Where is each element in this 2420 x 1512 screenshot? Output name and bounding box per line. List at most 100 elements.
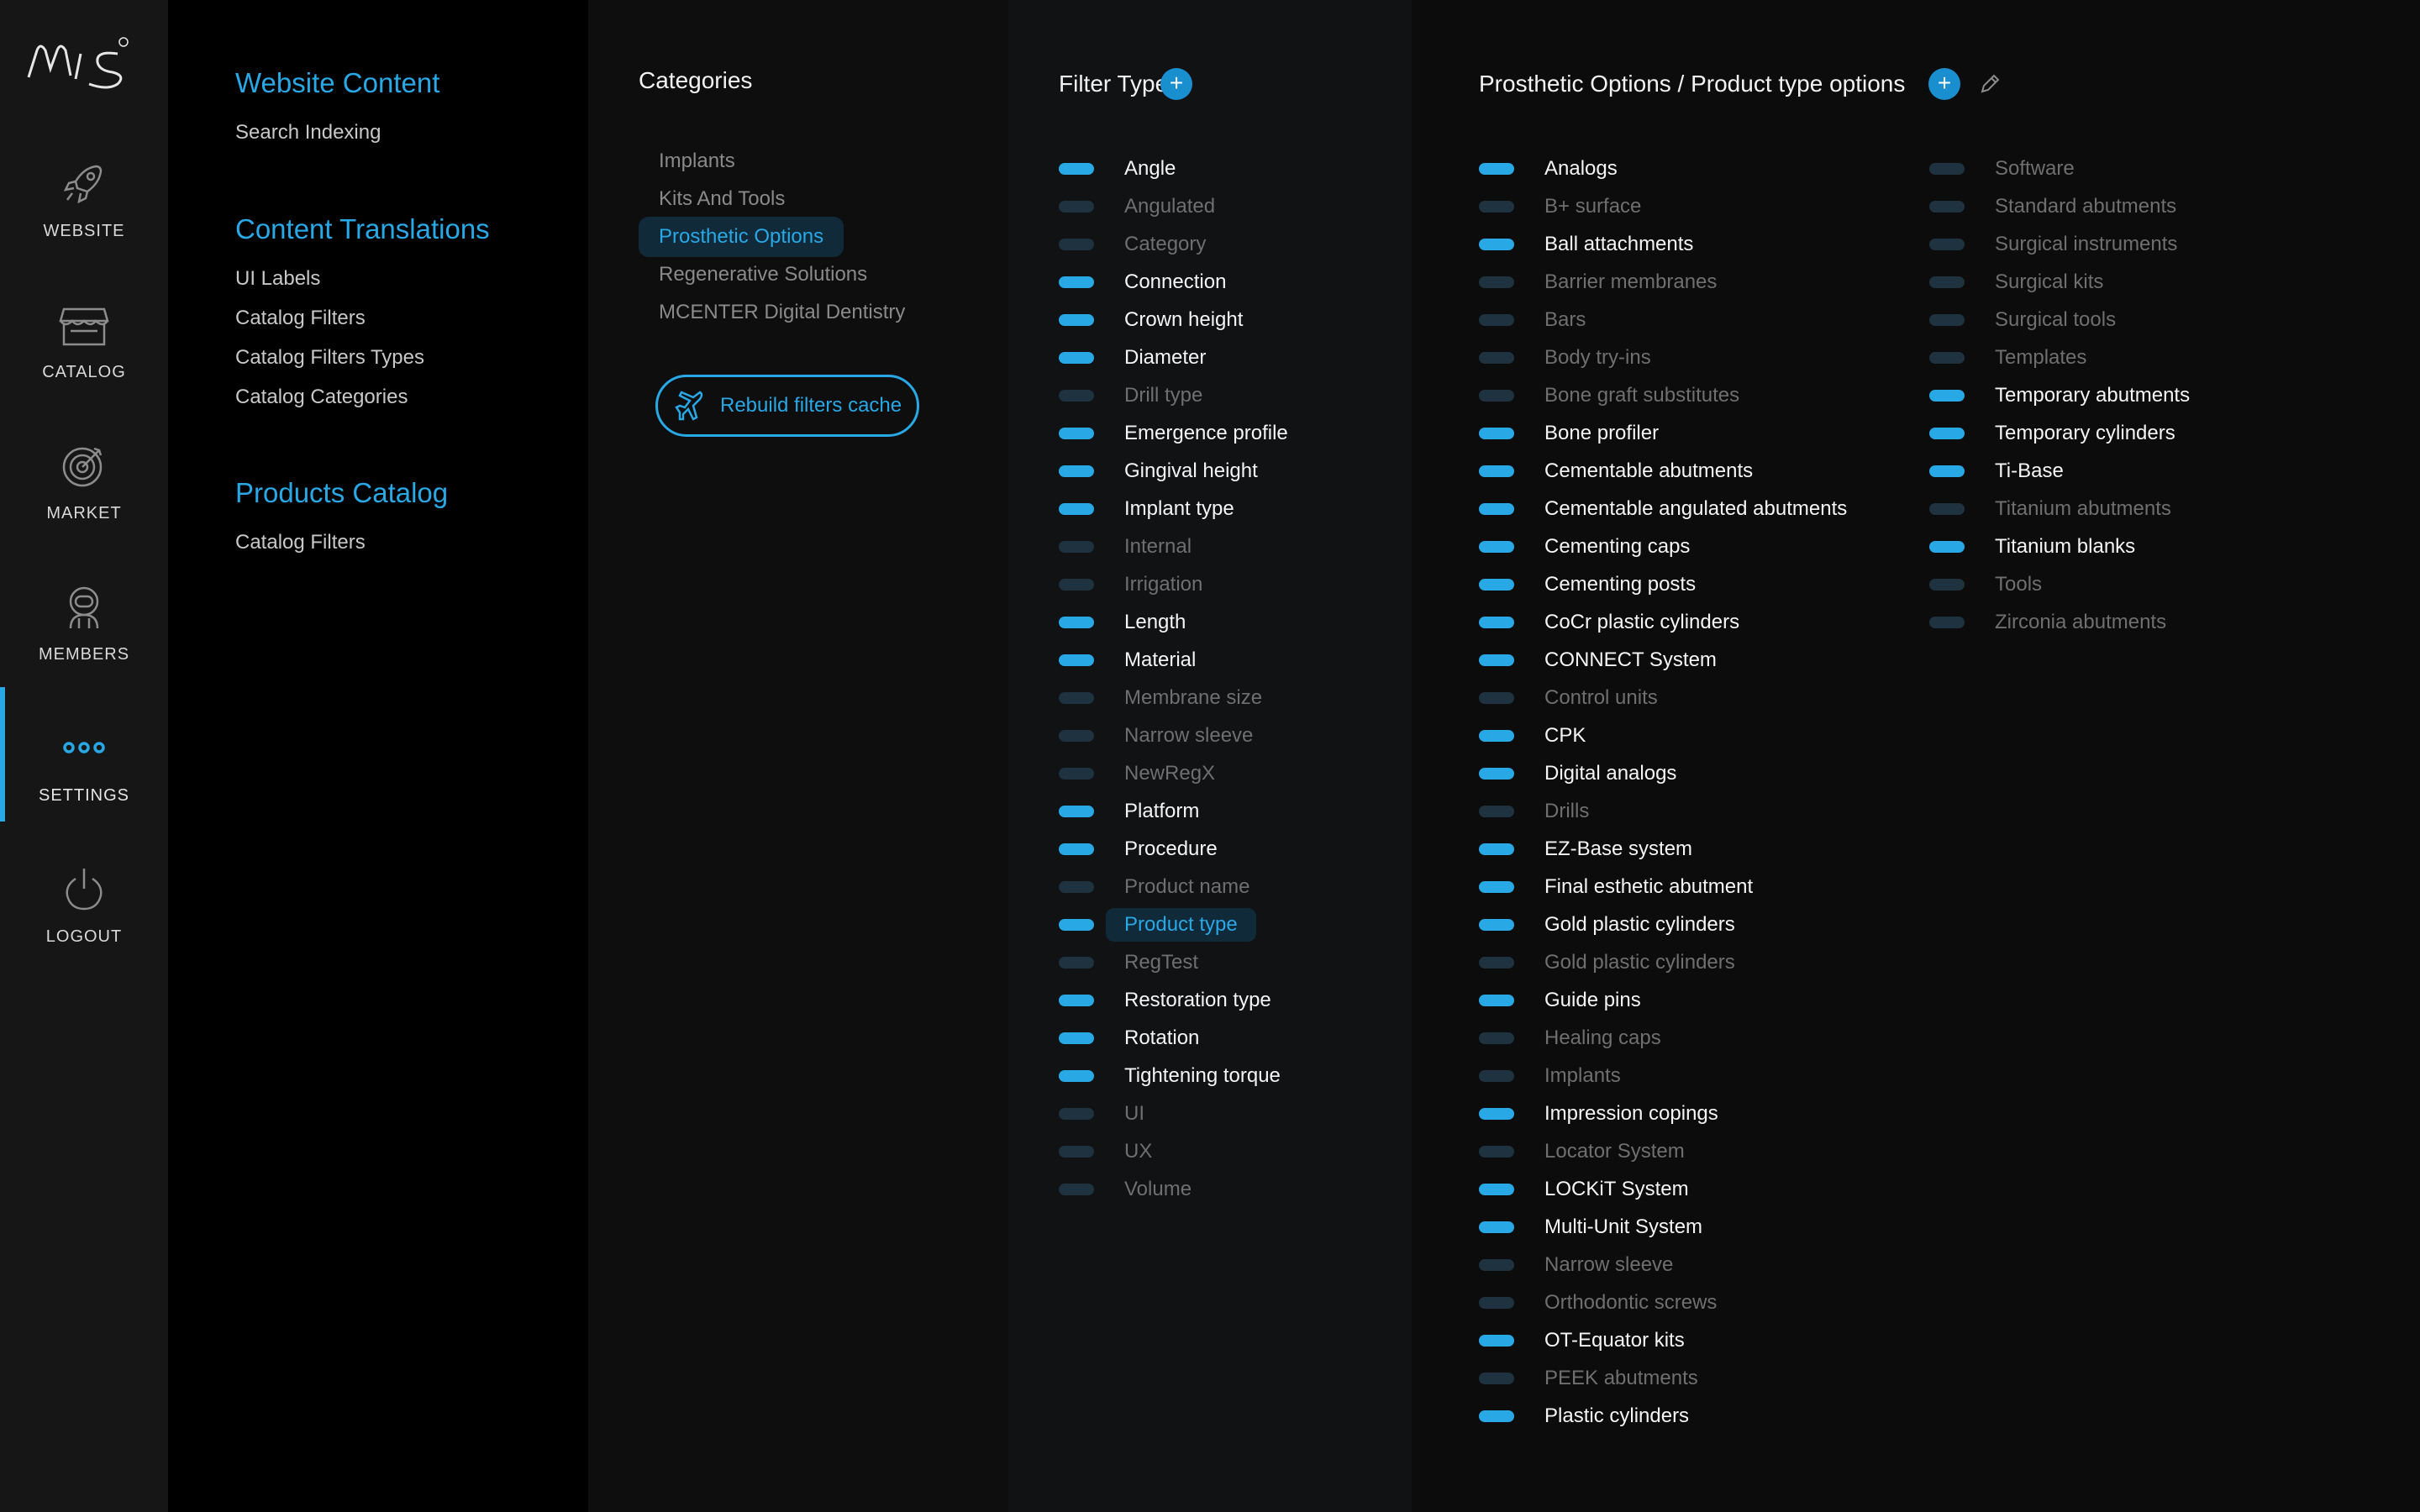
filter-type-row[interactable]: Crown height — [1059, 303, 1243, 337]
filter-type-row[interactable]: Irrigation — [1059, 568, 1202, 601]
toggle-switch[interactable] — [1479, 995, 1514, 1006]
option-row[interactable]: Surgical instruments — [1929, 228, 2177, 261]
filter-type-row[interactable]: Angle — [1059, 152, 1176, 186]
toggle-switch[interactable] — [1479, 617, 1514, 628]
option-row[interactable]: Bars — [1479, 303, 1586, 337]
category-item-selected[interactable]: Prosthetic Options — [639, 217, 844, 257]
toggle-switch[interactable] — [1059, 541, 1094, 553]
toggle-switch[interactable] — [1929, 617, 1965, 628]
toggle-switch[interactable] — [1059, 276, 1094, 288]
add-option-button[interactable]: + — [1928, 68, 1960, 100]
category-item[interactable]: Regenerative Solutions — [639, 255, 887, 295]
option-row[interactable]: Surgical kits — [1929, 265, 2103, 299]
filter-type-row[interactable]: Material — [1059, 643, 1196, 677]
toggle-switch[interactable] — [1479, 957, 1514, 969]
option-row[interactable]: Impression copings — [1479, 1097, 1718, 1131]
toggle-switch[interactable] — [1059, 806, 1094, 817]
filter-type-row[interactable]: Internal — [1059, 530, 1192, 564]
toggle-switch[interactable] — [1059, 579, 1094, 591]
toggle-switch[interactable] — [1479, 163, 1514, 175]
option-row[interactable]: Titanium blanks — [1929, 530, 2135, 564]
toggle-switch[interactable] — [1479, 1221, 1514, 1233]
toggle-switch[interactable] — [1479, 843, 1514, 855]
toggle-switch[interactable] — [1479, 465, 1514, 477]
nav-members[interactable]: MEMBERS — [0, 558, 168, 692]
link-catalog-filters-types[interactable]: Catalog Filters Types — [235, 346, 424, 370]
toggle-switch[interactable] — [1929, 314, 1965, 326]
toggle-switch[interactable] — [1059, 957, 1094, 969]
option-row[interactable]: Zirconia abutments — [1929, 606, 2166, 639]
toggle-switch[interactable] — [1059, 730, 1094, 742]
option-row[interactable]: Ti-Base — [1929, 454, 2064, 488]
add-filter-type-button[interactable]: + — [1160, 68, 1192, 100]
filter-type-row[interactable]: UX — [1059, 1135, 1152, 1168]
option-row[interactable]: Body try-ins — [1479, 341, 1651, 375]
option-row[interactable]: Barrier membranes — [1479, 265, 1717, 299]
toggle-switch[interactable] — [1479, 806, 1514, 817]
option-row[interactable]: Cementable angulated abutments — [1479, 492, 1847, 526]
toggle-switch[interactable] — [1929, 201, 1965, 213]
toggle-switch[interactable] — [1479, 390, 1514, 402]
filter-type-row[interactable]: Gingival height — [1059, 454, 1258, 488]
toggle-switch[interactable] — [1479, 1108, 1514, 1120]
toggle-switch[interactable] — [1929, 465, 1965, 477]
toggle-switch[interactable] — [1059, 843, 1094, 855]
section-content-translations[interactable]: Content Translations — [235, 213, 490, 245]
nav-logout[interactable]: LOGOUT — [0, 840, 168, 974]
option-row[interactable]: Final esthetic abutment — [1479, 870, 1753, 904]
toggle-switch[interactable] — [1479, 201, 1514, 213]
toggle-switch[interactable] — [1059, 390, 1094, 402]
link-catalog-categories[interactable]: Catalog Categories — [235, 386, 408, 409]
toggle-switch[interactable] — [1059, 1184, 1094, 1195]
toggle-switch[interactable] — [1059, 428, 1094, 439]
toggle-switch[interactable] — [1479, 1297, 1514, 1309]
toggle-switch[interactable] — [1929, 352, 1965, 364]
toggle-switch[interactable] — [1479, 1070, 1514, 1082]
option-row[interactable]: Orthodontic screws — [1479, 1286, 1717, 1320]
nav-settings[interactable]: SETTINGS — [0, 699, 168, 833]
option-row[interactable]: Locator System — [1479, 1135, 1685, 1168]
link-catalog-filters[interactable]: Catalog Filters — [235, 307, 366, 330]
pencil-icon[interactable] — [1978, 72, 2002, 96]
filter-type-row[interactable]: Product name — [1059, 870, 1249, 904]
toggle-switch[interactable] — [1479, 919, 1514, 931]
link-products-catalog-filters[interactable]: Catalog Filters — [235, 531, 366, 554]
option-row[interactable]: Software — [1929, 152, 2075, 186]
filter-type-row[interactable]: Tightening torque — [1059, 1059, 1281, 1093]
nav-website[interactable]: WEBSITE — [0, 134, 168, 269]
toggle-switch[interactable] — [1059, 465, 1094, 477]
filter-type-row[interactable]: Diameter — [1059, 341, 1206, 375]
toggle-switch[interactable] — [1479, 1259, 1514, 1271]
filter-type-row[interactable]: NewRegX — [1059, 757, 1215, 790]
filter-type-row[interactable]: Drill type — [1059, 379, 1202, 412]
option-row[interactable]: Ball attachments — [1479, 228, 1693, 261]
option-row[interactable]: PEEK abutments — [1479, 1362, 1698, 1395]
option-row[interactable]: Cementing posts — [1479, 568, 1696, 601]
option-row[interactable]: CONNECT System — [1479, 643, 1717, 677]
toggle-switch[interactable] — [1929, 428, 1965, 439]
toggle-switch[interactable] — [1479, 503, 1514, 515]
option-row[interactable]: Surgical tools — [1929, 303, 2116, 337]
toggle-switch[interactable] — [1059, 1108, 1094, 1120]
toggle-switch[interactable] — [1929, 541, 1965, 553]
option-row[interactable]: Bone graft substitutes — [1479, 379, 1739, 412]
toggle-switch[interactable] — [1479, 881, 1514, 893]
toggle-switch[interactable] — [1479, 239, 1514, 250]
filter-type-row[interactable]: UI — [1059, 1097, 1144, 1131]
toggle-switch[interactable] — [1059, 163, 1094, 175]
toggle-switch[interactable] — [1059, 881, 1094, 893]
option-row[interactable]: Digital analogs — [1479, 757, 1676, 790]
option-row[interactable]: Analogs — [1479, 152, 1618, 186]
filter-type-row[interactable]: Narrow sleeve — [1059, 719, 1253, 753]
option-row[interactable]: Plastic cylinders — [1479, 1399, 1689, 1433]
option-row[interactable]: Templates — [1929, 341, 2086, 375]
toggle-switch[interactable] — [1929, 390, 1965, 402]
rebuild-filters-cache-button[interactable]: Rebuild filters cache — [655, 375, 919, 437]
toggle-switch[interactable] — [1059, 1070, 1094, 1082]
option-row[interactable]: Implants — [1479, 1059, 1621, 1093]
option-row[interactable]: Cementable abutments — [1479, 454, 1753, 488]
toggle-switch[interactable] — [1479, 541, 1514, 553]
filter-type-row[interactable]: Length — [1059, 606, 1186, 639]
option-row[interactable]: Temporary cylinders — [1929, 417, 2175, 450]
toggle-switch[interactable] — [1929, 579, 1965, 591]
